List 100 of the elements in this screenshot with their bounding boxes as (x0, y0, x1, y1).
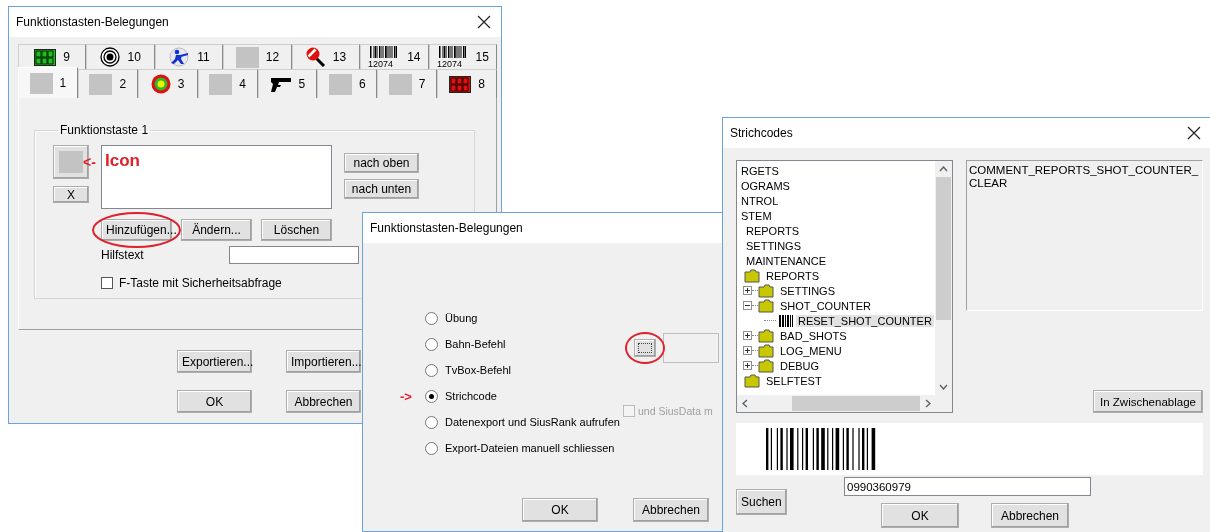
tab[interactable]: 13 (291, 44, 361, 69)
tab[interactable]: 4 (197, 69, 258, 98)
annotation-label: Icon (105, 151, 140, 171)
list-box[interactable] (101, 145, 332, 209)
code-field[interactable]: 0990360979 (844, 477, 1091, 496)
target-icon (150, 74, 171, 94)
empty-icon (29, 72, 53, 94)
tab[interactable]: 12074 14 (360, 44, 429, 69)
tree-item[interactable]: RGETS (739, 164, 781, 177)
tree-item[interactable]: LOG_MENU (778, 344, 844, 357)
close-icon[interactable] (477, 15, 491, 29)
tree-view[interactable]: RGETS OGRAMS NTROL STEM REPORTS SETTINGS MAINTENANCE REPORTS SETTINGS SHOT_COUNTER RESET_SHOT_COUNTER BAD_SHOTS LOG_MENU DEBUG SELFTEST (736, 160, 953, 413)
keypad-icon (34, 48, 57, 66)
collapse-icon[interactable] (743, 301, 752, 310)
tree-item[interactable]: SELFTEST (764, 374, 824, 387)
scroll-right-icon[interactable] (925, 399, 931, 408)
tab[interactable]: 6 (317, 69, 378, 98)
radio-button[interactable] (425, 363, 438, 377)
radio-label: Übung (445, 312, 478, 324)
target-icon (100, 47, 121, 67)
dialog-button[interactable]: Exportieren... (177, 350, 252, 373)
window-title: Funktionstasten-Belegungen (16, 15, 169, 29)
dialog-button[interactable]: OK (881, 503, 959, 528)
checkbox-label: F-Taste mit Sicherheitsabfrage (119, 276, 282, 290)
radio-button[interactable] (425, 389, 438, 403)
tab[interactable]: 12074 15 (428, 44, 497, 69)
tree-item[interactable]: SETTINGS (744, 239, 803, 252)
input-field[interactable] (663, 333, 719, 363)
empty-icon (89, 73, 113, 95)
tab[interactable]: 5 (257, 69, 318, 98)
empty-icon (388, 73, 412, 95)
tree-item[interactable]: BAD_SHOTS (778, 329, 849, 342)
tree-item[interactable]: MAINTENANCE (744, 254, 829, 267)
tab[interactable]: 7 (377, 69, 438, 98)
radio-button[interactable] (425, 415, 438, 429)
picker-button[interactable] (634, 339, 656, 357)
field-label: Hilfstext (101, 248, 145, 262)
tree-item[interactable]: SETTINGS (778, 284, 837, 297)
tab[interactable]: 3 (137, 69, 198, 98)
dialog-button[interactable]: OK (177, 390, 252, 413)
paddle-icon (305, 47, 326, 67)
action-button[interactable]: Löschen (261, 219, 332, 241)
tree-item[interactable]: OGRAMS (739, 179, 792, 192)
tree-item[interactable]: STEM (739, 209, 774, 222)
folder-icon (758, 298, 774, 313)
tree-item[interactable]: SHOT_COUNTER (778, 299, 874, 312)
radio-label: Datenexport und SiusRank aufrufen (445, 416, 620, 428)
close-icon[interactable] (1187, 126, 1201, 140)
search-button[interactable]: Suchen (736, 489, 787, 515)
empty-icon (209, 73, 233, 95)
expand-icon[interactable] (743, 346, 752, 355)
expand-icon[interactable] (743, 286, 752, 295)
radio-label: TvBox-Befehl (445, 364, 512, 376)
radio-button[interactable] (425, 441, 438, 455)
tree-item[interactable]: REPORTS (764, 269, 821, 282)
tree-item[interactable]: DEBUG (778, 359, 822, 372)
expand-icon[interactable] (743, 331, 752, 340)
move-button[interactable]: nach unten (344, 179, 419, 199)
pistol-icon (269, 75, 292, 93)
dialog-button[interactable]: OK (522, 498, 598, 522)
clear-button[interactable]: X (53, 186, 89, 203)
tree-item[interactable]: RESET_SHOT_COUNTER (796, 314, 934, 327)
folder-icon (758, 328, 774, 343)
action-button[interactable]: Ändern... (181, 219, 252, 241)
tree-item[interactable]: NTROL (739, 194, 781, 207)
comment-text: COMMENT_REPORTS_SHOT_COUNTER_CLEAR (966, 160, 1203, 311)
expand-icon[interactable] (743, 361, 752, 370)
scroll-left-icon[interactable] (742, 399, 748, 408)
input-field[interactable] (229, 246, 359, 264)
copy-button[interactable]: In Zwischenablage (1093, 390, 1203, 413)
scrollbar[interactable] (737, 395, 935, 412)
radio-button[interactable] (425, 337, 438, 351)
scrollbar[interactable] (935, 161, 952, 395)
radio-label: Strichcode (445, 390, 497, 402)
folder-icon (744, 373, 760, 388)
scroll-down-icon[interactable] (939, 384, 948, 390)
kneeling-figure-icon (168, 47, 191, 67)
radio-button[interactable] (425, 311, 438, 325)
tab[interactable]: 9 (18, 44, 87, 69)
checkbox[interactable] (101, 277, 113, 289)
tab[interactable]: 8 (437, 69, 497, 98)
empty-icon (59, 151, 83, 173)
tab[interactable]: 12 (223, 44, 292, 69)
tab[interactable]: 2 (77, 69, 138, 98)
checkbox-label: und SiusData m (638, 405, 713, 417)
scroll-up-icon[interactable] (939, 166, 948, 172)
barcode-icon (779, 314, 793, 327)
folder-icon (758, 283, 774, 298)
move-button[interactable]: nach oben (344, 153, 419, 173)
dialog-button[interactable]: Abbrechen (991, 503, 1069, 528)
scrollbar-thumb[interactable] (792, 396, 920, 411)
tab[interactable]: 1 (18, 67, 78, 98)
dialog-button[interactable]: Abbrechen (633, 498, 709, 522)
dialog-button[interactable]: Importieren... (286, 350, 361, 373)
tree-item[interactable]: REPORTS (744, 224, 801, 237)
scrollbar-thumb[interactable] (936, 177, 951, 320)
tab[interactable]: 11 (154, 44, 224, 69)
tab[interactable]: 10 (86, 44, 155, 69)
radio-label: Export-Dateien manuell schliessen (445, 442, 615, 454)
dialog-button[interactable]: Abbrechen (286, 390, 361, 413)
